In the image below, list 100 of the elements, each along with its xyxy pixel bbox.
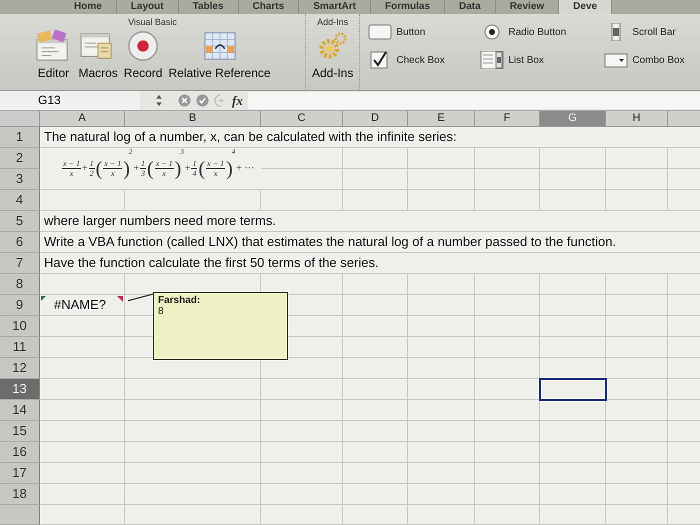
ribbon-button[interactable]: Record [124,30,162,80]
table-cell [540,463,606,484]
error-value: #NAME? [54,297,106,312]
ribbon-button[interactable]: Relative Reference [168,30,271,80]
table-cell [343,421,408,442]
table-cell [343,484,408,505]
column-header[interactable]: C [261,111,343,127]
table-cell [408,463,475,484]
row-header[interactable]: 2 [0,148,40,169]
function-button[interactable]: fx [232,92,243,108]
button-label: Macros [78,66,118,80]
ribbon-button[interactable]: Add-Ins [312,30,354,80]
column-header[interactable]: F [475,111,540,127]
form-control-button[interactable]: Combo Box [604,46,694,74]
row-header[interactable]: 11 [0,337,40,358]
stepper-icon[interactable] [155,94,163,107]
name-box[interactable]: G13 [0,91,140,110]
ribbon-button[interactable]: Macros [78,30,118,80]
table-cell [408,421,475,442]
button-label: Editor [38,66,70,80]
cancel-icon[interactable] [178,94,191,107]
row-header[interactable]: 1 [0,127,40,148]
table-cell [540,169,606,190]
form-control-button[interactable]: Check Box [368,46,476,74]
column-header[interactable]: B [125,111,261,127]
table-cell [475,400,540,421]
comment-text: 8 [158,306,165,317]
form-control-button[interactable]: Radio Button [480,18,600,46]
group-title: Visual Basic [128,16,177,29]
row-header[interactable]: 8 [0,274,40,295]
table-cell [606,358,668,379]
row-header[interactable]: 15 [0,421,40,442]
table-cell [408,442,475,463]
combo-box-icon [604,51,628,69]
row-header[interactable]: 9 [0,295,40,316]
row-header[interactable]: 7 [0,253,40,274]
row-header[interactable]: 14 [0,400,40,421]
comment-author: Farshad: [158,295,202,306]
selected-cell[interactable] [539,378,607,401]
ribbon-tab[interactable]: Deve [559,0,612,14]
row-header[interactable]: 10 [0,316,40,337]
row-header[interactable]: 3 [0,169,40,190]
check-icon[interactable] [196,94,209,107]
table-cell [606,442,668,463]
cell-value: where larger numbers need more terms. [44,213,276,228]
row-header[interactable]: 17 [0,463,40,484]
table-cell [606,169,668,190]
table-cell [475,316,540,337]
comment-box[interactable]: Farshad: 8 [153,292,288,360]
table-cell [540,316,606,337]
table-cell [475,463,540,484]
table-cell [408,484,475,505]
table-cell [343,505,408,525]
ribbon-button[interactable]: Editor [34,30,72,80]
table-cell [343,358,408,379]
table-cell [475,505,540,525]
table-cell [540,442,606,463]
form-control-button[interactable]: List Box [480,46,600,74]
table-cell [540,295,606,316]
table-cell [475,484,540,505]
table-cell [408,169,475,190]
table-cell [475,442,540,463]
row-header[interactable]: 12 [0,358,40,379]
row-header[interactable] [0,505,40,525]
formula-input[interactable] [248,92,700,109]
group-title: Add-Ins [317,16,348,29]
button-label: Add-Ins [312,66,354,80]
button-label: Relative Reference [168,66,271,80]
table-cell [343,295,408,316]
row-header[interactable]: 13 [0,379,40,400]
list-box-icon [480,51,504,69]
table-cell [408,316,475,337]
table-cell [343,337,408,358]
table-cell [606,463,668,484]
table-cell [408,379,475,400]
comment-indicator-icon [117,296,123,302]
form-control-button[interactable]: Button [368,18,476,46]
table-cell [540,421,606,442]
row-header[interactable]: 18 [0,484,40,505]
row-header[interactable]: 4 [0,190,40,211]
column-header[interactable]: H [606,111,668,127]
row-header[interactable]: 5 [0,211,40,232]
table-cell [475,337,540,358]
table-cell [475,169,540,190]
column-header[interactable]: D [343,111,408,127]
table-cell [343,316,408,337]
table-cell [408,295,475,316]
form-control-button[interactable]: Scroll Bar [604,18,694,46]
table-cell [606,379,668,400]
select-all-corner[interactable] [0,111,40,127]
table-cell [343,463,408,484]
table-cell [540,400,606,421]
table-cell [606,316,668,337]
column-header[interactable]: A [40,111,125,127]
column-header[interactable]: E [408,111,475,127]
row-header[interactable]: 16 [0,442,40,463]
table-cell [475,421,540,442]
row-header[interactable]: 6 [0,232,40,253]
cell-value: Have the function calculate the first 50 terms of the series. [44,255,379,270]
table-cell [606,505,668,525]
